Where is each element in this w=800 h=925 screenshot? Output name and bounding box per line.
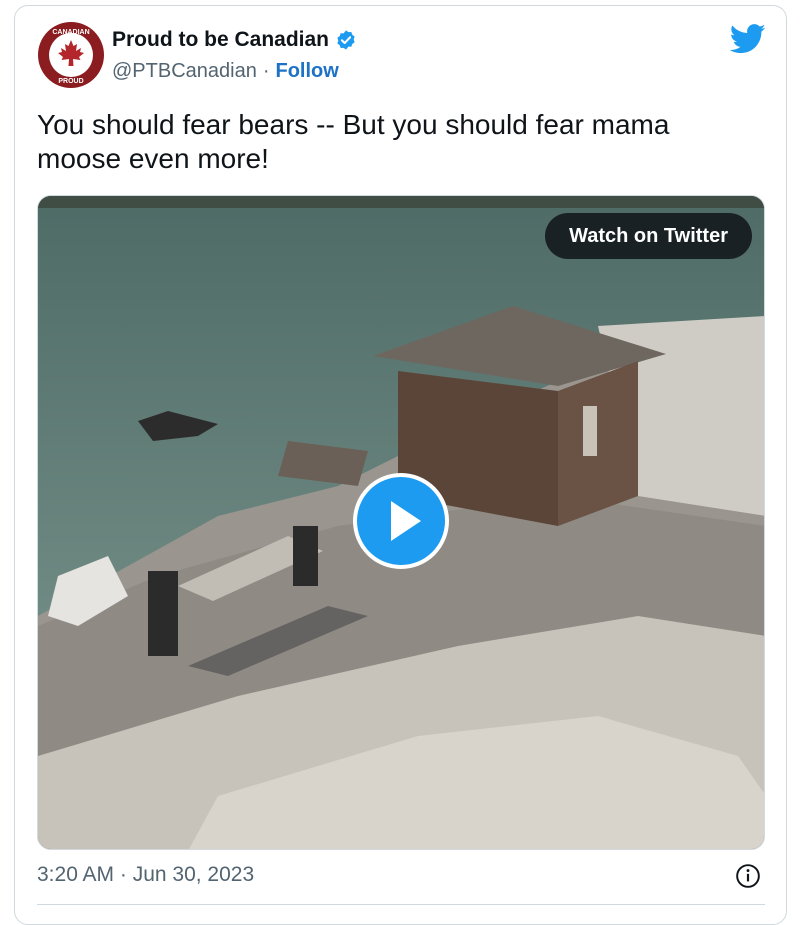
- author-display-name[interactable]: Proud to be Canadian: [112, 28, 329, 52]
- tweet-timestamp[interactable]: 3:20 AM · Jun 30, 2023: [37, 863, 254, 887]
- author-handle[interactable]: @PTBCanadian: [112, 60, 257, 83]
- play-button[interactable]: [353, 473, 449, 569]
- separator-dot: ·: [262, 60, 270, 82]
- footer-divider: [37, 904, 765, 905]
- author-handle-row: @PTBCanadian · Follow: [112, 60, 339, 83]
- video-player[interactable]: Watch on Twitter: [37, 195, 765, 850]
- verified-badge-icon: [337, 30, 355, 50]
- watch-on-twitter-button[interactable]: Watch on Twitter: [545, 213, 752, 259]
- svg-text:PROUD: PROUD: [58, 78, 83, 85]
- tweet-text: You should fear bears -- But you should …: [37, 109, 670, 174]
- author-name-row: Proud to be Canadian: [112, 28, 357, 52]
- svg-text:CANADIAN: CANADIAN: [52, 29, 89, 36]
- avatar[interactable]: CANADIAN PROUD: [38, 22, 104, 88]
- play-icon: [391, 501, 421, 541]
- info-icon[interactable]: [735, 863, 761, 889]
- follow-link[interactable]: Follow: [276, 60, 339, 83]
- maple-leaf-logo-icon: CANADIAN PROUD: [40, 24, 102, 86]
- twitter-bird-icon[interactable]: [730, 24, 766, 54]
